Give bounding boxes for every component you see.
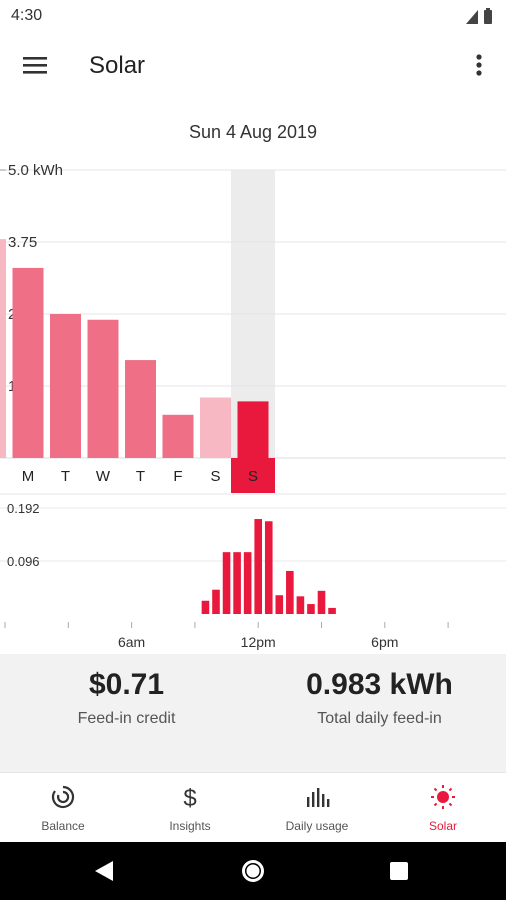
hourly-bar [233,552,241,614]
nav-daily-usage[interactable]: Daily usage [254,773,380,843]
balance-icon [51,785,75,809]
hourly-bar [243,552,252,614]
hourly-bar [254,519,262,614]
bar-T [50,314,81,458]
status-bar: 4:30 [0,0,506,32]
daily-feed-in-label: Total daily feed-in [317,710,442,727]
x-tick-label: S [210,468,220,485]
daily-feed-in: 0.983 kWh Total daily feed-in [253,668,506,728]
feed-in-credit-value: $0.71 [88,668,165,701]
y-tick-label: 5.0 kWh [8,162,63,179]
daily-feed-in-value: 0.983 kWh [306,668,453,701]
x-tick-label: W [96,468,111,485]
hourly-bar [307,604,315,614]
status-icons [466,8,492,24]
nav-balance-label: Balance [41,819,85,833]
app-bar: Solar [0,32,506,98]
sun-icon [431,785,455,809]
signal-icon [466,10,478,24]
bar-chart-icon [307,788,330,807]
svg-text:$: $ [183,785,196,810]
system-nav-bar [0,842,506,900]
x-tick-label: S [248,468,258,485]
x-tick-label: T [136,468,145,485]
menu-icon[interactable] [18,48,52,82]
summary-panel: $0.71 Feed-in credit 0.983 kWh Total dai… [0,654,506,772]
page-title: Solar [89,52,146,79]
hourly-bar [264,521,273,614]
battery-icon [484,10,492,24]
x-tick-label: 12pm [241,634,276,650]
bar-T [125,360,156,458]
nav-solar[interactable]: Solar [380,773,506,843]
y-tick-label: 3.75 [8,234,37,251]
hourly-bar [328,607,336,614]
nav-insights-label: Insights [169,819,211,833]
bar-S [237,401,269,458]
hourly-bar [286,570,294,614]
nav-solar-label: Solar [428,819,457,833]
previous-week-bar [0,239,6,458]
hourly-bar [317,590,326,614]
hourly-solar-chart: 0.192 0.096 6am 12pm 6pm [0,501,506,650]
bar-W [87,319,119,458]
status-time: 4:30 [11,7,43,24]
date-label: Sun 4 Aug 2019 [188,122,318,142]
recents-icon[interactable] [384,856,414,886]
x-tick-label: M [22,468,35,485]
feed-in-credit-label: Feed-in credit [77,710,176,727]
x-tick-label: F [173,468,182,485]
hourly-bar [222,552,231,614]
home-icon[interactable] [238,856,268,886]
bar-M [12,267,44,458]
hourly-bar [212,589,220,614]
nav-daily-usage-label: Daily usage [285,819,349,833]
dollar-icon: $ [183,785,196,810]
y-tick-label: 0.096 [7,554,40,569]
more-options-icon[interactable] [464,48,494,82]
x-tick-label: 6pm [371,634,398,650]
y-tick-label: 0.192 [7,501,40,516]
x-tick-label: T [61,468,70,485]
nav-balance[interactable]: Balance [0,773,126,843]
bar-S [200,397,231,458]
feed-in-credit: $0.71 Feed-in credit [0,668,253,728]
x-tick-label: 6am [118,634,145,650]
nav-insights[interactable]: $ Insights [127,773,253,843]
back-icon[interactable] [89,856,119,886]
weekly-solar-chart[interactable]: 5.0 kWh3.752.51.25MTWTFSS [0,160,506,500]
hourly-bar [201,600,210,614]
bottom-nav: Balance $ Insights Daily usage Solar [0,772,506,843]
hourly-bar [296,596,305,614]
hourly-bar [275,595,284,614]
bar-F [162,414,194,458]
